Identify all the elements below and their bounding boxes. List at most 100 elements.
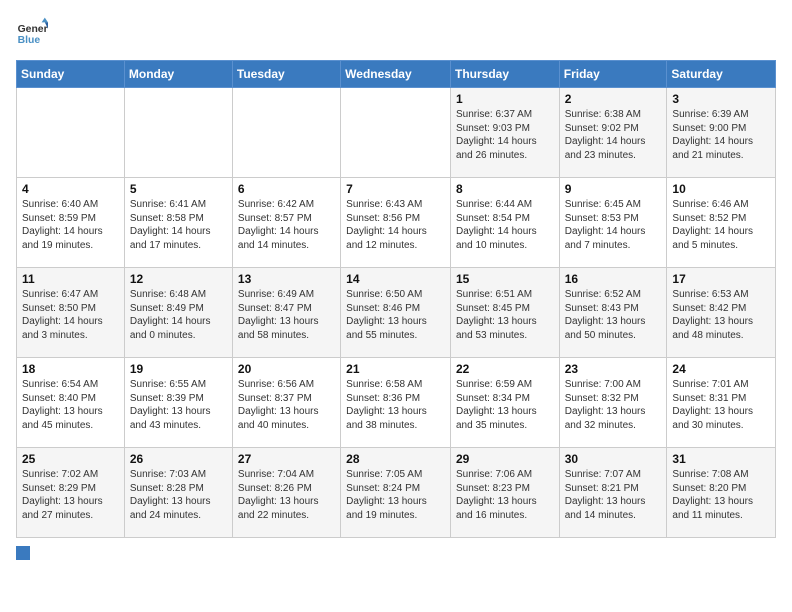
calendar-day-cell: 15 Sunrise: 6:51 AMSunset: 8:45 PMDayligh… [450, 268, 559, 358]
day-number: 18 [22, 362, 119, 376]
logo-icon: General Blue [16, 16, 48, 48]
day-info: Sunrise: 6:58 AMSunset: 8:36 PMDaylight:… [346, 378, 445, 432]
day-info: Sunrise: 6:47 AMSunset: 8:50 PMDaylight:… [22, 288, 119, 342]
day-info: Sunrise: 6:50 AMSunset: 8:46 PMDaylight:… [346, 288, 445, 342]
calendar-day-cell: 31Sunrise: 7:08 AMSunset: 8:20 PMDayligh… [667, 448, 776, 538]
calendar-day-cell: 7 Sunrise: 6:43 AMSunset: 8:56 PMDaylight… [341, 178, 451, 268]
calendar-day-cell: 26 Sunrise: 7:03 AMSunset: 8:28 PMDayligh… [124, 448, 232, 538]
day-number: 21 [346, 362, 445, 376]
empty-cell [341, 88, 451, 178]
day-info: Sunrise: 6:49 AMSunset: 8:47 PMDaylight:… [238, 288, 335, 342]
day-number: 10 [672, 182, 770, 196]
day-info: Sunrise: 6:55 AMSunset: 8:39 PMDaylight:… [130, 378, 227, 432]
header-friday: Friday [559, 61, 667, 88]
day-number: 6 [238, 182, 335, 196]
calendar-day-cell: 12Sunrise: 6:48 AMSunset: 8:49 PMDayligh… [124, 268, 232, 358]
day-number: 2 [565, 92, 662, 106]
page-header: General Blue [16, 16, 776, 48]
calendar-day-cell: 29 Sunrise: 7:06 AMSunset: 8:23 PMDayligh… [450, 448, 559, 538]
day-number: 16 [565, 272, 662, 286]
svg-text:General: General [18, 24, 48, 35]
legend [16, 546, 776, 560]
day-info: Sunrise: 6:53 AMSunset: 8:42 PMDaylight:… [672, 288, 770, 342]
day-info: Sunrise: 7:07 AMSunset: 8:21 PMDaylight:… [565, 468, 662, 522]
day-number: 26 [130, 452, 227, 466]
day-number: 7 [346, 182, 445, 196]
day-number: 28 [346, 452, 445, 466]
calendar-day-cell: 24 Sunrise: 7:01 AMSunset: 8:31 PMDayligh… [667, 358, 776, 448]
day-number: 5 [130, 182, 227, 196]
day-info: Sunrise: 7:04 AMSunset: 8:26 PMDaylight:… [238, 468, 335, 522]
day-info: Sunrise: 6:40 AMSunset: 8:59 PMDaylight:… [22, 198, 119, 252]
header-tuesday: Tuesday [232, 61, 340, 88]
calendar-week-row: 1 Sunrise: 6:37 AMSunset: 9:03 PMDaylight… [17, 88, 776, 178]
day-info: Sunrise: 7:02 AMSunset: 8:29 PMDaylight:… [22, 468, 119, 522]
calendar-day-cell: 28 Sunrise: 7:05 AMSunset: 8:24 PMDayligh… [341, 448, 451, 538]
day-info: Sunrise: 6:42 AMSunset: 8:57 PMDaylight:… [238, 198, 335, 252]
calendar-day-cell: 1 Sunrise: 6:37 AMSunset: 9:03 PMDaylight… [450, 88, 559, 178]
day-number: 20 [238, 362, 335, 376]
day-info: Sunrise: 6:43 AMSunset: 8:56 PMDaylight:… [346, 198, 445, 252]
day-number: 15 [456, 272, 554, 286]
day-number: 11 [22, 272, 119, 286]
day-number: 8 [456, 182, 554, 196]
calendar-day-cell: 10 Sunrise: 6:46 AMSunset: 8:52 PMDayligh… [667, 178, 776, 268]
day-info: Sunrise: 6:37 AMSunset: 9:03 PMDaylight:… [456, 108, 554, 162]
calendar-day-cell: 20 Sunrise: 6:56 AMSunset: 8:37 PMDayligh… [232, 358, 340, 448]
calendar-table: SundayMondayTuesdayWednesdayThursdayFrid… [16, 60, 776, 538]
day-number: 22 [456, 362, 554, 376]
calendar-day-cell: 5 Sunrise: 6:41 AMSunset: 8:58 PMDaylight… [124, 178, 232, 268]
day-info: Sunrise: 6:46 AMSunset: 8:52 PMDaylight:… [672, 198, 770, 252]
day-info: Sunrise: 7:06 AMSunset: 8:23 PMDaylight:… [456, 468, 554, 522]
header-monday: Monday [124, 61, 232, 88]
day-info: Sunrise: 7:01 AMSunset: 8:31 PMDaylight:… [672, 378, 770, 432]
day-number: 29 [456, 452, 554, 466]
day-number: 19 [130, 362, 227, 376]
calendar-week-row: 4Sunrise: 6:40 AMSunset: 8:59 PMDaylight… [17, 178, 776, 268]
calendar-day-cell: 9Sunrise: 6:45 AMSunset: 8:53 PMDaylight… [559, 178, 667, 268]
calendar-day-cell: 4Sunrise: 6:40 AMSunset: 8:59 PMDaylight… [17, 178, 125, 268]
day-info: Sunrise: 7:05 AMSunset: 8:24 PMDaylight:… [346, 468, 445, 522]
header-saturday: Saturday [667, 61, 776, 88]
day-info: Sunrise: 6:56 AMSunset: 8:37 PMDaylight:… [238, 378, 335, 432]
calendar-day-cell: 25 Sunrise: 7:02 AMSunset: 8:29 PMDayligh… [17, 448, 125, 538]
day-number: 17 [672, 272, 770, 286]
svg-text:Blue: Blue [18, 35, 41, 46]
day-number: 24 [672, 362, 770, 376]
day-info: Sunrise: 6:54 AMSunset: 8:40 PMDaylight:… [22, 378, 119, 432]
day-info: Sunrise: 6:41 AMSunset: 8:58 PMDaylight:… [130, 198, 227, 252]
empty-cell [232, 88, 340, 178]
day-info: Sunrise: 7:03 AMSunset: 8:28 PMDaylight:… [130, 468, 227, 522]
day-info: Sunrise: 7:00 AMSunset: 8:32 PMDaylight:… [565, 378, 662, 432]
day-info: Sunrise: 6:44 AMSunset: 8:54 PMDaylight:… [456, 198, 554, 252]
day-number: 23 [565, 362, 662, 376]
day-info: Sunrise: 6:45 AMSunset: 8:53 PMDaylight:… [565, 198, 662, 252]
day-info: Sunrise: 7:08 AMSunset: 8:20 PMDaylight:… [672, 468, 770, 522]
calendar-day-cell: 14Sunrise: 6:50 AMSunset: 8:46 PMDayligh… [341, 268, 451, 358]
calendar-day-cell: 16 Sunrise: 6:52 AMSunset: 8:43 PMDayligh… [559, 268, 667, 358]
calendar-day-cell: 21 Sunrise: 6:58 AMSunset: 8:36 PMDayligh… [341, 358, 451, 448]
calendar-day-cell: 19 Sunrise: 6:55 AMSunset: 8:39 PMDayligh… [124, 358, 232, 448]
header-sunday: Sunday [17, 61, 125, 88]
calendar-week-row: 25 Sunrise: 7:02 AMSunset: 8:29 PMDayligh… [17, 448, 776, 538]
day-info: Sunrise: 6:51 AMSunset: 8:45 PMDaylight:… [456, 288, 554, 342]
calendar-day-cell: 27 Sunrise: 7:04 AMSunset: 8:26 PMDayligh… [232, 448, 340, 538]
calendar-day-cell: 3Sunrise: 6:39 AMSunset: 9:00 PMDaylight… [667, 88, 776, 178]
calendar-day-cell: 17 Sunrise: 6:53 AMSunset: 8:42 PMDayligh… [667, 268, 776, 358]
day-number: 30 [565, 452, 662, 466]
calendar-day-cell: 23 Sunrise: 7:00 AMSunset: 8:32 PMDayligh… [559, 358, 667, 448]
day-number: 1 [456, 92, 554, 106]
empty-cell [17, 88, 125, 178]
day-info: Sunrise: 6:52 AMSunset: 8:43 PMDaylight:… [565, 288, 662, 342]
calendar-day-cell: 22Sunrise: 6:59 AMSunset: 8:34 PMDayligh… [450, 358, 559, 448]
calendar-week-row: 11 Sunrise: 6:47 AMSunset: 8:50 PMDayligh… [17, 268, 776, 358]
calendar-day-cell: 18 Sunrise: 6:54 AMSunset: 8:40 PMDayligh… [17, 358, 125, 448]
calendar-day-cell: 13 Sunrise: 6:49 AMSunset: 8:47 PMDayligh… [232, 268, 340, 358]
day-number: 27 [238, 452, 335, 466]
day-number: 13 [238, 272, 335, 286]
day-number: 3 [672, 92, 770, 106]
day-number: 12 [130, 272, 227, 286]
calendar-day-cell: 11 Sunrise: 6:47 AMSunset: 8:50 PMDayligh… [17, 268, 125, 358]
calendar-day-cell: 8 Sunrise: 6:44 AMSunset: 8:54 PMDaylight… [450, 178, 559, 268]
day-number: 25 [22, 452, 119, 466]
